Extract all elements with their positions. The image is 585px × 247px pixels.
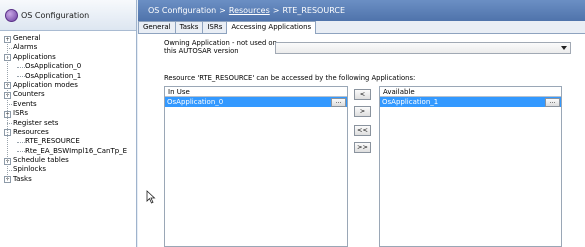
owning-label-line1: Owning Application - not used on — [164, 39, 277, 47]
tree-item-label: Schedule tables — [13, 156, 69, 165]
owning-application-select[interactable] — [275, 42, 571, 54]
tree-item-label: Alarms — [13, 43, 38, 52]
tree-item-label: General — [13, 34, 41, 42]
breadcrumb: OS Configuration > Resources > RTE_RESOU… — [138, 0, 585, 21]
tab-accessing-applications[interactable]: Accessing Applications — [226, 21, 317, 34]
breadcrumb-link-resources[interactable]: Resources — [229, 6, 270, 15]
breadcrumb-separator: > — [219, 6, 226, 15]
tree-item-label: OsApplication_1 — [25, 71, 82, 80]
available-header: Available — [380, 87, 561, 97]
tree-item-label: Application modes — [13, 80, 78, 89]
list-item[interactable]: OsApplication_0 ... — [165, 97, 347, 107]
available-list[interactable]: Available OsApplication_1 ... — [379, 86, 562, 247]
tree-item-label: Spinlocks — [13, 165, 47, 174]
tree-item[interactable]: + Tasks — [0, 175, 136, 184]
tab-content: Owning Application - not used on this AU… — [138, 34, 585, 247]
add-all-applications-button[interactable]: << — [354, 125, 371, 136]
tree-item[interactable]: Events — [0, 100, 136, 109]
tree-item-label: Tasks — [13, 174, 32, 183]
tree-item-label: ISRs — [13, 109, 29, 118]
remove-application-button[interactable]: > — [354, 106, 371, 117]
tree-item[interactable]: - Resources — [0, 128, 136, 137]
panel-header: OS Configuration — [0, 0, 136, 31]
tree-item[interactable]: Alarms — [0, 43, 136, 52]
remove-all-applications-button[interactable]: >> — [354, 142, 371, 153]
tree-item[interactable]: - Applications — [0, 53, 136, 62]
tree-item[interactable]: + ISRs — [0, 109, 136, 118]
add-application-button[interactable]: < — [354, 89, 371, 100]
tree-item[interactable]: Spinlocks — [0, 165, 136, 174]
panel-title: OS Configuration — [21, 10, 90, 20]
mouse-pointer-icon — [146, 190, 156, 204]
tree-item-label: Applications — [13, 52, 56, 61]
owning-label-line2: this AUTOSAR version — [164, 47, 239, 55]
tree-guide-line — [7, 39, 8, 179]
tree-item[interactable]: Rte_EA_BSWImpl16_CanTp_E — [0, 147, 136, 156]
tab-tasks[interactable]: Tasks — [174, 21, 204, 33]
owning-application-label: Owning Application - not used on this AU… — [164, 39, 279, 55]
breadcrumb-current: RTE_RESOURCE — [282, 6, 345, 15]
config-tree: + General Alarms - Applications OsApplication… — [0, 31, 136, 184]
tree-item-label: RTE_RESOURCE — [25, 137, 80, 146]
edit-ellipsis-button[interactable]: ... — [545, 97, 560, 107]
tree-item[interactable]: OsApplication_0 — [0, 62, 136, 71]
tab-bar: General Tasks ISRs Accessing Application… — [138, 21, 585, 34]
tree-item[interactable]: Register sets — [0, 119, 136, 128]
tree-item[interactable]: + General — [0, 34, 136, 43]
list-item-label: OsApplication_0 — [167, 98, 224, 106]
tree-item[interactable]: + Counters — [0, 90, 136, 99]
tree-item[interactable]: + Schedule tables — [0, 156, 136, 165]
tree-item-label: Register sets — [13, 118, 59, 127]
tree-item[interactable]: OsApplication_1 — [0, 72, 136, 81]
in-use-header: In Use — [165, 87, 347, 97]
navigation-panel: OS Configuration + General Alarms - Applicat… — [0, 0, 137, 247]
os-config-icon — [5, 8, 18, 22]
editor-panel: OS Configuration > Resources > RTE_RESOU… — [138, 0, 585, 247]
access-caption: Resource 'RTE_RESOURCE' can be accessed … — [164, 74, 416, 82]
breadcrumb-separator: > — [272, 6, 280, 15]
tree-item[interactable]: + Application modes — [0, 81, 136, 90]
tree-item-label: Events — [13, 99, 37, 108]
tree-item-label: Resources — [13, 127, 49, 136]
breadcrumb-root: OS Configuration — [148, 6, 217, 15]
in-use-list[interactable]: In Use OsApplication_0 ... — [164, 86, 348, 247]
tab-isrs[interactable]: ISRs — [202, 21, 228, 33]
dropdown-arrow-icon[interactable] — [561, 46, 567, 50]
tree-item[interactable]: RTE_RESOURCE — [0, 137, 136, 146]
tree-item-label: Counters — [13, 90, 45, 99]
list-item[interactable]: OsApplication_1 ... — [380, 97, 561, 107]
edit-ellipsis-button[interactable]: ... — [331, 97, 346, 107]
list-item-label: OsApplication_1 — [382, 98, 439, 106]
tree-item-label: OsApplication_0 — [25, 62, 82, 71]
tree-item-label: Rte_EA_BSWImpl16_CanTp_E — [25, 146, 128, 155]
tab-general[interactable]: General — [138, 21, 176, 33]
